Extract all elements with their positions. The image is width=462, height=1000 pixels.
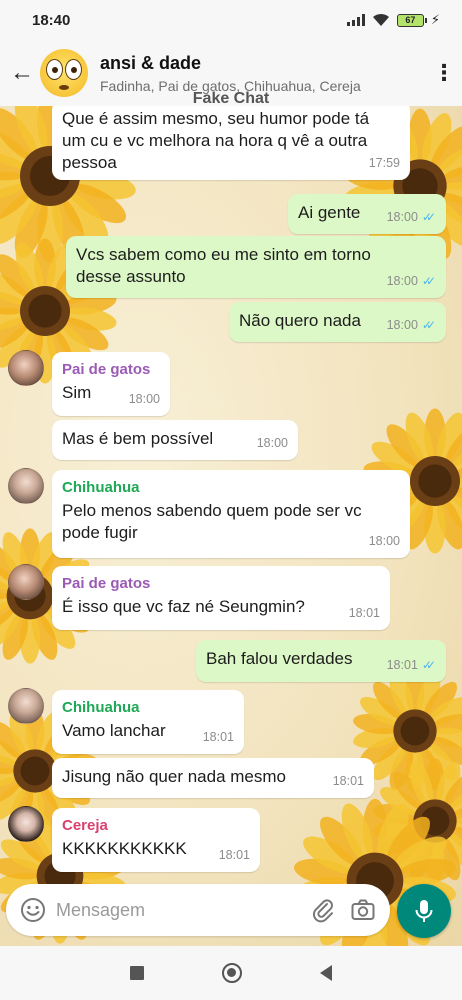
message-time: 18:01 <box>203 726 234 748</box>
message-bubble-outgoing[interactable]: Não quero nada 18:00 ✓✓ <box>229 302 446 342</box>
message-bubble-outgoing[interactable]: Vcs sabem como eu me sinto em torno dess… <box>66 236 446 298</box>
message-bubble-outgoing[interactable]: Bah falou verdades 18:01 ✓✓ <box>196 640 446 682</box>
avatar-eye-left <box>46 59 63 80</box>
message-bubble-incoming[interactable]: Jisung não quer nada mesmo 18:01 <box>52 758 374 798</box>
avatar-cereja[interactable] <box>8 806 44 842</box>
sender-name[interactable]: Pai de gatos <box>62 574 380 594</box>
message-time-text: 18:01 <box>202 730 234 744</box>
double-check-icon: ✓✓ <box>421 274 436 288</box>
avatar-pai-de-gatos[interactable] <box>8 350 44 386</box>
message-time: 18:00 <box>257 432 288 454</box>
chat-area[interactable]: Que é assim mesmo, seu humor pode tá um … <box>0 106 462 946</box>
message-time: 18:00 <box>129 388 160 410</box>
message-time-text: 18:00 <box>368 534 400 548</box>
message-time-text: 18:01 <box>218 848 250 862</box>
group-info[interactable]: ansi & dade Fadinha, Pai de gatos, Chihu… <box>100 52 426 95</box>
message-text: KKKKKKKKKKK <box>62 839 187 858</box>
system-nav-bar <box>0 946 462 1000</box>
double-check-icon: ✓✓ <box>421 210 436 224</box>
emoji-icon[interactable] <box>20 897 46 923</box>
more-vert-icon[interactable]: ⋮ <box>426 62 462 84</box>
message-bubble-incoming[interactable]: Chihuahua Pelo menos sabendo quem pode s… <box>52 470 410 558</box>
mic-button[interactable] <box>397 884 451 938</box>
message-time-text: 18:00 <box>128 392 160 406</box>
signal-icon <box>346 14 365 26</box>
message-time: 18:00 ✓✓ <box>387 206 436 228</box>
avatar-chihuahua[interactable] <box>8 688 44 724</box>
message-bubble-incoming[interactable]: Cereja KKKKKKKKKKK 18:01 <box>52 808 260 872</box>
camera-icon[interactable] <box>350 897 376 923</box>
message-time-text: 18:00 <box>386 210 418 224</box>
avatar-chihuahua[interactable] <box>8 468 44 504</box>
sender-name[interactable]: Chihuahua <box>62 478 400 498</box>
home-icon[interactable] <box>222 963 242 983</box>
paperclip-icon[interactable] <box>310 897 336 923</box>
message-time-text: 18:00 <box>256 436 288 450</box>
charging-icon: ⚡ <box>430 12 440 27</box>
sender-name[interactable]: Chihuahua <box>62 698 234 718</box>
message-text: Jisung não quer nada mesmo <box>62 767 286 786</box>
message-input[interactable] <box>56 899 296 921</box>
sunflower-decoration <box>373 758 462 884</box>
battery-level: 67 <box>405 15 416 25</box>
message-time-text: 18:01 <box>332 774 364 788</box>
avatar-eye-right <box>65 59 82 80</box>
battery-icon: 67 <box>396 13 427 27</box>
message-text: Pelo menos sabendo quem pode ser vc pode… <box>62 501 362 542</box>
message-bubble-outgoing[interactable]: Ai gente 18:00 ✓✓ <box>288 194 446 234</box>
status-bar: 18:40 67 ⚡ <box>0 0 462 40</box>
mic-icon <box>415 900 433 922</box>
message-bubble-incoming[interactable]: Chihuahua Vamo lanchar 18:01 <box>52 690 244 754</box>
message-bubble-incoming[interactable]: Pai de gatos É isso que vc faz né Seungm… <box>52 566 390 630</box>
message-text: Vamo lanchar <box>62 721 166 740</box>
message-time-text: 18:01 <box>386 658 418 672</box>
message-time: 18:01 ✓✓ <box>387 654 436 676</box>
message-time-text: 18:00 <box>386 318 418 332</box>
message-input-bar <box>6 884 390 936</box>
message-text: É isso que vc faz né Seungmin? <box>62 597 305 616</box>
group-name: ansi & dade <box>100 52 202 73</box>
sender-name[interactable]: Cereja <box>62 816 250 836</box>
message-bubble-incoming[interactable]: Pai de gatos Sim 18:00 <box>52 352 170 416</box>
watermark: Fake Chat <box>192 90 270 107</box>
message-bubble-incoming[interactable]: Mas é bem possível 18:00 <box>52 420 298 460</box>
nav-back-icon[interactable] <box>320 965 332 981</box>
wifi-icon <box>372 13 390 27</box>
status-time: 18:40 <box>32 11 71 29</box>
message-text: Vcs sabem como eu me sinto em torno dess… <box>76 245 371 286</box>
recents-icon[interactable] <box>130 966 144 980</box>
message-text: Ai gente <box>298 203 361 222</box>
message-text: Sim <box>62 383 92 402</box>
message-time-text: 18:00 <box>386 274 418 288</box>
sender-name[interactable]: Pai de gatos <box>62 360 160 380</box>
message-time: 18:01 <box>333 770 364 792</box>
message-time-text: 17:59 <box>368 156 400 170</box>
message-time-text: 18:01 <box>348 606 380 620</box>
message-bubble-incoming[interactable]: Que é assim mesmo, seu humor pode tá um … <box>52 106 410 180</box>
status-icons: 67 ⚡ <box>346 12 440 28</box>
message-time: 18:01 <box>219 844 250 866</box>
double-check-icon: ✓✓ <box>421 658 436 672</box>
message-time: 18:00 ✓✓ <box>387 270 436 292</box>
message-text: Não quero nada <box>239 311 361 330</box>
avatar-pai-de-gatos[interactable] <box>8 564 44 600</box>
message-time: 18:00 ✓✓ <box>387 314 436 336</box>
back-arrow-icon[interactable]: ← <box>8 59 36 87</box>
message-text: Mas é bem possível <box>62 429 214 448</box>
message-time: 17:59 <box>369 152 400 174</box>
message-time: 18:00 <box>369 530 400 552</box>
double-check-icon: ✓✓ <box>421 318 436 332</box>
message-text: Bah falou verdades <box>206 649 353 668</box>
message-time: 18:01 <box>349 602 380 624</box>
message-text: Que é assim mesmo, seu humor pode tá um … <box>62 109 370 172</box>
